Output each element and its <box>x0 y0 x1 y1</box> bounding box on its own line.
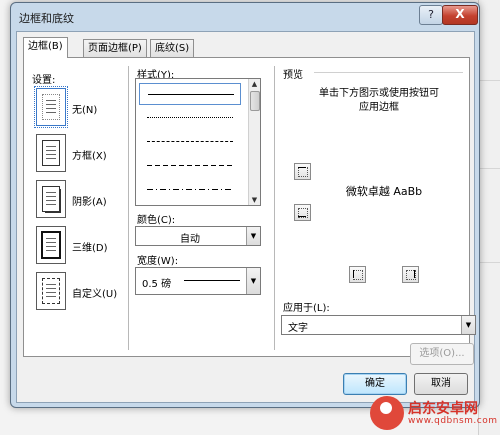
tab-borders[interactable]: 边框(B) <box>23 37 68 58</box>
style-option-dash-dot[interactable] <box>139 179 239 199</box>
tab-page-borders[interactable]: 页面边框(P) <box>83 39 147 57</box>
borders-tab-panel: 设置: 无(N) 方框(X) 阴影(A) 三维(D) 自定义(U) 样式(Y):… <box>23 57 476 365</box>
setting-custom-label: 自定义(U) <box>72 289 118 300</box>
chevron-down-icon[interactable]: ▼ <box>461 316 475 334</box>
scroll-down-icon[interactable]: ▼ <box>249 195 260 205</box>
preview-sample-text: 微软卓越 AaBb <box>345 185 423 198</box>
style-scrollbar[interactable]: ▲ ▼ <box>248 79 260 205</box>
chevron-down-icon[interactable]: ▼ <box>246 268 260 294</box>
preview-hint-line2: 应用边框 <box>359 102 399 113</box>
options-button[interactable]: 选项(O)... <box>410 343 474 365</box>
setting-3d-button[interactable] <box>36 226 66 264</box>
style-option-dash[interactable] <box>139 155 239 175</box>
chevron-down-icon[interactable]: ▼ <box>246 227 260 245</box>
setting-shadow-label: 阴影(A) <box>72 197 107 208</box>
watermark-logo-icon <box>370 396 404 430</box>
settings-heading: 设置: <box>32 75 56 86</box>
help-icon: ? <box>428 8 434 21</box>
preview-heading: 预览 <box>283 70 303 81</box>
cancel-button[interactable]: 取消 <box>414 373 468 395</box>
custom-border-icon <box>42 278 60 304</box>
preview-hint-line1: 单击下方图示或使用按钮可 <box>319 88 439 99</box>
style-option-small-dash[interactable] <box>139 131 239 151</box>
setting-box-label: 方框(X) <box>72 151 107 162</box>
width-select[interactable]: 0.5 磅 ▼ <box>135 267 261 295</box>
color-value: 自动 <box>180 234 200 245</box>
divider <box>274 66 275 350</box>
color-select[interactable]: 自动 ▼ <box>135 226 261 246</box>
shadow-border-icon <box>42 186 60 212</box>
setting-custom-button[interactable] <box>36 272 66 310</box>
top-border-button[interactable] <box>294 163 311 180</box>
right-border-button[interactable] <box>402 266 419 283</box>
setting-none-button[interactable] <box>34 86 68 128</box>
watermark-url: www.qdbnsm.com <box>408 416 498 426</box>
setting-3d-label: 三维(D) <box>72 243 108 254</box>
close-button[interactable]: X <box>442 5 478 25</box>
apply-to-value: 文字 <box>288 323 308 334</box>
scroll-thumb[interactable] <box>250 91 260 111</box>
ok-button[interactable]: 确定 <box>343 373 407 395</box>
preview-heading-rule <box>314 72 463 73</box>
setting-none-label: 无(N) <box>72 105 98 116</box>
tab-shading[interactable]: 底纹(S) <box>150 39 195 57</box>
style-option-solid[interactable] <box>139 83 241 105</box>
left-border-button[interactable] <box>349 266 366 283</box>
site-watermark: 启东安卓网 www.qdbnsm.com <box>368 395 500 435</box>
divider <box>128 66 129 350</box>
background-document-edge <box>478 0 500 435</box>
width-sample-line <box>184 280 240 281</box>
style-listbox[interactable]: ▲ ▼ <box>135 78 261 206</box>
dialog-titlebar[interactable]: 边框和底纹 ? X <box>11 3 479 29</box>
scroll-up-icon[interactable]: ▲ <box>249 79 260 89</box>
box-border-icon <box>42 140 60 166</box>
width-value: 0.5 磅 <box>142 279 172 290</box>
no-border-icon <box>42 94 60 120</box>
setting-box-button[interactable] <box>36 134 66 172</box>
watermark-name: 启东安卓网 <box>408 401 478 417</box>
apply-to-select[interactable]: 文字 ▼ <box>281 315 476 335</box>
help-button[interactable]: ? <box>419 5 443 25</box>
borders-and-shading-dialog: 边框和底纹 ? X 边框(B) 页面边框(P) 底纹(S) 设置: 无(N) 方… <box>10 2 480 408</box>
width-heading: 宽度(W): <box>137 256 179 267</box>
dialog-title: 边框和底纹 <box>19 12 74 25</box>
3d-border-icon <box>41 231 61 259</box>
close-icon: X <box>455 7 465 21</box>
bottom-border-button[interactable] <box>294 204 311 221</box>
style-option-dotted[interactable] <box>139 107 239 127</box>
apply-to-heading: 应用于(L): <box>283 303 330 314</box>
color-heading: 颜色(C): <box>137 215 176 226</box>
setting-shadow-button[interactable] <box>36 180 66 218</box>
dialog-body: 边框(B) 页面边框(P) 底纹(S) 设置: 无(N) 方框(X) 阴影(A)… <box>16 31 476 403</box>
